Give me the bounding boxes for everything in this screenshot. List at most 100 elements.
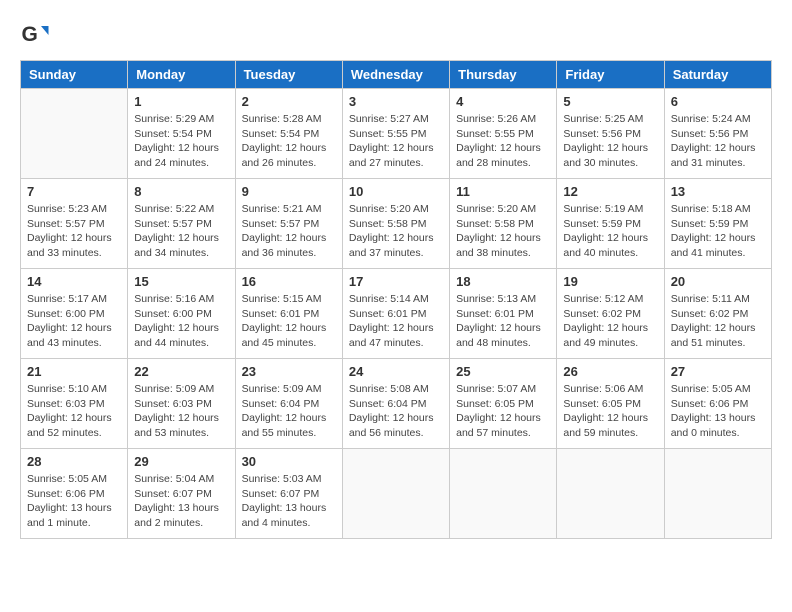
calendar-cell	[342, 449, 449, 539]
calendar-cell: 5 Sunrise: 5:25 AM Sunset: 5:56 PM Daylig…	[557, 89, 664, 179]
calendar-body: 1Sunrise: 5:29 AM Sunset: 5:54 PM Daylig…	[21, 89, 772, 539]
weekday-header: Monday	[128, 61, 235, 89]
day-info: Sunrise: 5:27 AM Sunset: 5:55 PM Dayligh…	[349, 112, 443, 171]
calendar-table: SundayMondayTuesdayWednesdayThursdayFrid…	[20, 60, 772, 539]
calendar-cell: 25 Sunrise: 5:07 AM Sunset: 6:05 PM Dayli…	[450, 359, 557, 449]
calendar-cell: 28 Sunrise: 5:05 AM Sunset: 6:06 PM Dayli…	[21, 449, 128, 539]
calendar-cell: 27 Sunrise: 5:05 AM Sunset: 6:06 PM Dayli…	[664, 359, 771, 449]
calendar-cell: 24 Sunrise: 5:08 AM Sunset: 6:04 PM Dayli…	[342, 359, 449, 449]
day-number: 28	[27, 454, 121, 469]
day-number: 25	[456, 364, 550, 379]
calendar-week-row: 7 Sunrise: 5:23 AM Sunset: 5:57 PM Daylig…	[21, 179, 772, 269]
day-info: Sunrise: 5:18 AM Sunset: 5:59 PM Dayligh…	[671, 202, 765, 261]
day-info: Sunrise: 5:05 AM Sunset: 6:06 PM Dayligh…	[671, 382, 765, 441]
calendar-week-row: 28 Sunrise: 5:05 AM Sunset: 6:06 PM Dayli…	[21, 449, 772, 539]
day-number: 8	[134, 184, 228, 199]
day-info: Sunrise: 5:28 AM Sunset: 5:54 PM Dayligh…	[242, 112, 336, 171]
day-number: 21	[27, 364, 121, 379]
day-number: 27	[671, 364, 765, 379]
day-info: Sunrise: 5:08 AM Sunset: 6:04 PM Dayligh…	[349, 382, 443, 441]
weekday-header: Friday	[557, 61, 664, 89]
weekday-header: Thursday	[450, 61, 557, 89]
page-header: G	[20, 20, 772, 50]
day-info: Sunrise: 5:06 AM Sunset: 6:05 PM Dayligh…	[563, 382, 657, 441]
weekday-header: Saturday	[664, 61, 771, 89]
day-number: 10	[349, 184, 443, 199]
calendar-cell: 12 Sunrise: 5:19 AM Sunset: 5:59 PM Dayli…	[557, 179, 664, 269]
day-info: Sunrise: 5:26 AM Sunset: 5:55 PM Dayligh…	[456, 112, 550, 171]
day-number: 16	[242, 274, 336, 289]
day-info: Sunrise: 5:03 AM Sunset: 6:07 PM Dayligh…	[242, 472, 336, 531]
calendar-cell: 30 Sunrise: 5:03 AM Sunset: 6:07 PM Dayli…	[235, 449, 342, 539]
calendar-week-row: 1Sunrise: 5:29 AM Sunset: 5:54 PM Daylig…	[21, 89, 772, 179]
calendar-cell: 2 Sunrise: 5:28 AM Sunset: 5:54 PM Daylig…	[235, 89, 342, 179]
calendar-week-row: 21 Sunrise: 5:10 AM Sunset: 6:03 PM Dayli…	[21, 359, 772, 449]
calendar-cell: 3 Sunrise: 5:27 AM Sunset: 5:55 PM Daylig…	[342, 89, 449, 179]
calendar-cell: 19Sunrise: 5:12 AM Sunset: 6:02 PM Dayli…	[557, 269, 664, 359]
svg-text:G: G	[22, 23, 38, 46]
day-number: 3	[349, 94, 443, 109]
calendar-cell: 13Sunrise: 5:18 AM Sunset: 5:59 PM Dayli…	[664, 179, 771, 269]
calendar-week-row: 14 Sunrise: 5:17 AM Sunset: 6:00 PM Dayli…	[21, 269, 772, 359]
calendar-cell: 7 Sunrise: 5:23 AM Sunset: 5:57 PM Daylig…	[21, 179, 128, 269]
day-number: 11	[456, 184, 550, 199]
day-info: Sunrise: 5:10 AM Sunset: 6:03 PM Dayligh…	[27, 382, 121, 441]
day-number: 5	[563, 94, 657, 109]
calendar-cell: 9Sunrise: 5:21 AM Sunset: 5:57 PM Daylig…	[235, 179, 342, 269]
calendar-cell: 26 Sunrise: 5:06 AM Sunset: 6:05 PM Dayli…	[557, 359, 664, 449]
calendar-cell	[450, 449, 557, 539]
day-number: 23	[242, 364, 336, 379]
calendar-cell	[21, 89, 128, 179]
calendar-cell: 10 Sunrise: 5:20 AM Sunset: 5:58 PM Dayli…	[342, 179, 449, 269]
day-number: 2	[242, 94, 336, 109]
day-info: Sunrise: 5:17 AM Sunset: 6:00 PM Dayligh…	[27, 292, 121, 351]
logo-icon: G	[20, 20, 50, 50]
day-number: 12	[563, 184, 657, 199]
day-number: 1	[134, 94, 228, 109]
calendar-cell: 16 Sunrise: 5:15 AM Sunset: 6:01 PM Dayli…	[235, 269, 342, 359]
day-number: 22	[134, 364, 228, 379]
day-number: 19	[563, 274, 657, 289]
calendar-cell: 22 Sunrise: 5:09 AM Sunset: 6:03 PM Dayli…	[128, 359, 235, 449]
calendar-cell: 15 Sunrise: 5:16 AM Sunset: 6:00 PM Dayli…	[128, 269, 235, 359]
day-number: 26	[563, 364, 657, 379]
day-number: 24	[349, 364, 443, 379]
calendar-cell: 29Sunrise: 5:04 AM Sunset: 6:07 PM Dayli…	[128, 449, 235, 539]
day-number: 14	[27, 274, 121, 289]
calendar-cell: 20Sunrise: 5:11 AM Sunset: 6:02 PM Dayli…	[664, 269, 771, 359]
day-info: Sunrise: 5:09 AM Sunset: 6:03 PM Dayligh…	[134, 382, 228, 441]
calendar-cell: 18 Sunrise: 5:13 AM Sunset: 6:01 PM Dayli…	[450, 269, 557, 359]
day-info: Sunrise: 5:14 AM Sunset: 6:01 PM Dayligh…	[349, 292, 443, 351]
day-info: Sunrise: 5:15 AM Sunset: 6:01 PM Dayligh…	[242, 292, 336, 351]
weekday-header: Tuesday	[235, 61, 342, 89]
day-info: Sunrise: 5:13 AM Sunset: 6:01 PM Dayligh…	[456, 292, 550, 351]
calendar-cell: 23 Sunrise: 5:09 AM Sunset: 6:04 PM Dayli…	[235, 359, 342, 449]
day-info: Sunrise: 5:23 AM Sunset: 5:57 PM Dayligh…	[27, 202, 121, 261]
day-number: 15	[134, 274, 228, 289]
calendar-cell: 11 Sunrise: 5:20 AM Sunset: 5:58 PM Dayli…	[450, 179, 557, 269]
calendar-cell: 6 Sunrise: 5:24 AM Sunset: 5:56 PM Daylig…	[664, 89, 771, 179]
day-number: 6	[671, 94, 765, 109]
day-number: 30	[242, 454, 336, 469]
logo: G	[20, 20, 54, 50]
calendar-cell	[557, 449, 664, 539]
day-info: Sunrise: 5:21 AM Sunset: 5:57 PM Dayligh…	[242, 202, 336, 261]
day-number: 20	[671, 274, 765, 289]
day-info: Sunrise: 5:16 AM Sunset: 6:00 PM Dayligh…	[134, 292, 228, 351]
day-info: Sunrise: 5:20 AM Sunset: 5:58 PM Dayligh…	[456, 202, 550, 261]
calendar-cell	[664, 449, 771, 539]
calendar-header-row: SundayMondayTuesdayWednesdayThursdayFrid…	[21, 61, 772, 89]
day-number: 18	[456, 274, 550, 289]
day-number: 7	[27, 184, 121, 199]
day-info: Sunrise: 5:09 AM Sunset: 6:04 PM Dayligh…	[242, 382, 336, 441]
day-info: Sunrise: 5:24 AM Sunset: 5:56 PM Dayligh…	[671, 112, 765, 171]
day-info: Sunrise: 5:20 AM Sunset: 5:58 PM Dayligh…	[349, 202, 443, 261]
day-info: Sunrise: 5:25 AM Sunset: 5:56 PM Dayligh…	[563, 112, 657, 171]
calendar-cell: 4Sunrise: 5:26 AM Sunset: 5:55 PM Daylig…	[450, 89, 557, 179]
day-info: Sunrise: 5:19 AM Sunset: 5:59 PM Dayligh…	[563, 202, 657, 261]
day-info: Sunrise: 5:05 AM Sunset: 6:06 PM Dayligh…	[27, 472, 121, 531]
day-info: Sunrise: 5:07 AM Sunset: 6:05 PM Dayligh…	[456, 382, 550, 441]
weekday-header: Wednesday	[342, 61, 449, 89]
weekday-header: Sunday	[21, 61, 128, 89]
calendar-cell: 21 Sunrise: 5:10 AM Sunset: 6:03 PM Dayli…	[21, 359, 128, 449]
